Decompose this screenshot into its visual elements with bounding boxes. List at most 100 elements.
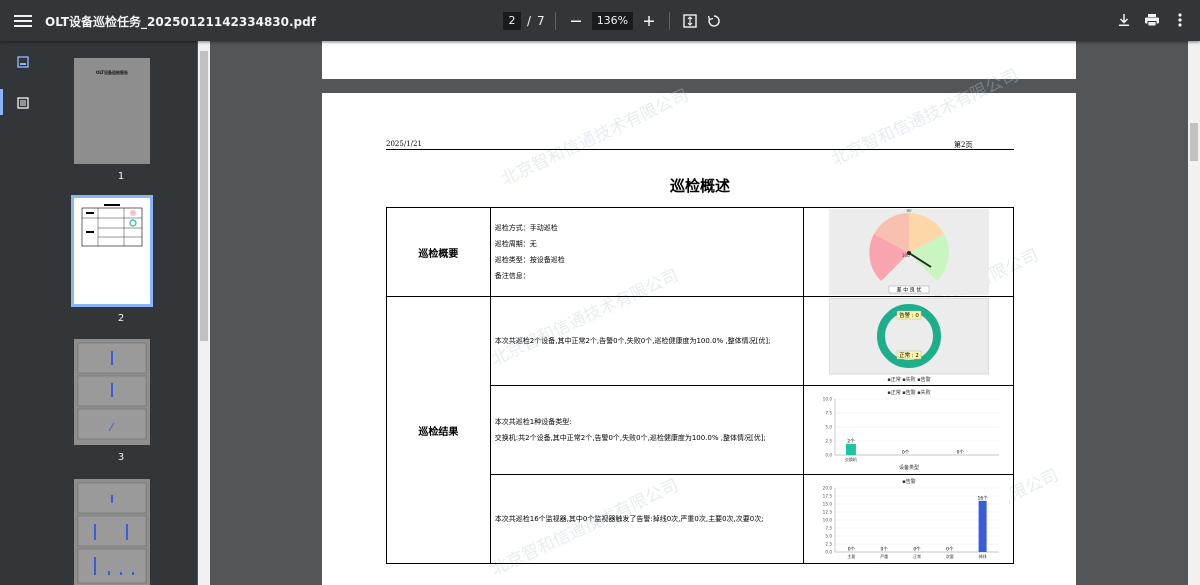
bar-value-label: 0个 <box>913 547 921 553</box>
header-date: 2025/1/21 <box>386 140 422 148</box>
health-gauge: 80 100 差 中 良 优 <box>828 209 989 295</box>
x-tick-label: 掉线 <box>978 553 986 559</box>
rotate-button[interactable] <box>704 11 724 31</box>
result-device-type-summary: 本次共巡检1种设备类型: 交换机:共2个设备,其中正常2个,告警0个,失败0个,… <box>489 385 805 475</box>
x-tick-label: 交换机 <box>844 456 856 462</box>
divider <box>554 12 556 30</box>
pdf-page-2: 北京智和信通技术有限公司 北京智和信通技术有限公司 北京智和信通技术有限公司 北… <box>322 66 1076 585</box>
y-tick-label: 17.5 <box>822 494 832 499</box>
y-tick-label: 15.0 <box>822 502 832 507</box>
result-switch-detail: 交换机:共2个设备,其中正常2个,告警0个,失败0个,巡检健康度为100.0% … <box>494 434 766 442</box>
inspection-table: 巡检概要 巡检方式：手动巡检 巡检周期：无 巡检类型：按设备巡检 备注信息： 8… <box>386 207 1014 564</box>
bar-value-label: 0个 <box>901 450 909 456</box>
divider <box>669 12 671 30</box>
zoom-out-button[interactable] <box>566 11 586 31</box>
zoom-in-button[interactable] <box>639 11 659 31</box>
results-label: 巡检结果 <box>386 296 491 564</box>
chart-legend: ▪告警 <box>902 478 915 485</box>
chart-background <box>808 387 1009 473</box>
donut-alarm-label: 告警 : 0 <box>899 311 919 319</box>
menu-icon[interactable] <box>14 12 32 30</box>
thumbnail-3-preview <box>77 342 147 440</box>
device-type-bar-chart: ▪正常 ▪告警 ▪失败 10.0 7.5 5.0 2.5 0.0 2个 0个 0个交换机设备类型 <box>808 387 1009 473</box>
page-number-input[interactable]: 2 <box>503 12 521 30</box>
pdf-viewer: 北京智和信通技术有限公司 北京智和信通技术有限公司 北京智和信通技术有限公司 北… <box>210 41 1188 585</box>
overview-cycle: 巡检周期：无 <box>494 240 537 248</box>
outline-view-button[interactable] <box>10 90 36 116</box>
y-tick-label: 10.0 <box>822 518 832 523</box>
bar-value-label: 16个 <box>977 495 988 501</box>
chart-legend: ▪正常 ▪告警 ▪失败 <box>887 389 930 396</box>
device-type-chart-cell: ▪正常 ▪告警 ▪失败 10.0 7.5 5.0 2.5 0.0 2个 0个 0个 交换机 设备类型 <box>803 385 1014 475</box>
bar-value-label: 0个 <box>946 547 954 553</box>
overview-method: 巡检方式：手动巡检 <box>494 224 558 232</box>
bar-value-label: 0个 <box>956 450 964 456</box>
alarm-bar-chart: ▪告警20.017.515.012.510.07.55.02.50.0 0个主要0… <box>808 476 1009 562</box>
minus-icon <box>570 20 581 22</box>
gauge-cell: 80 100 差 中 良 优 <box>803 207 1014 297</box>
y-tick-label: 5.0 <box>825 534 832 539</box>
svg-text:100: 100 <box>902 253 910 258</box>
y-tick-label: 2.5 <box>825 542 832 547</box>
zoom-level-input[interactable]: 136% <box>591 12 634 30</box>
overview-type: 巡检类型：按设备巡检 <box>494 256 565 264</box>
bar-value-label: 0个 <box>847 547 855 553</box>
donut-normal-label: 正常 : 2 <box>899 351 919 359</box>
y-tick-label: 7.5 <box>825 411 832 416</box>
fit-to-page-button[interactable] <box>680 11 700 31</box>
rotate-icon <box>708 15 720 27</box>
print-button[interactable] <box>1142 10 1162 30</box>
sidebar-rail <box>0 41 45 585</box>
viewer-scrollbar-thumb[interactable] <box>1190 123 1198 161</box>
thumbnail-label-3: 3 <box>117 452 125 463</box>
gauge-legend: 差 中 良 优 <box>896 287 921 294</box>
download-icon <box>1119 14 1129 26</box>
x-tick-label: 严重 <box>880 553 888 559</box>
thumbnail-page-4[interactable] <box>74 479 150 585</box>
toolbar-actions <box>1114 10 1190 30</box>
x-tick-label: 正常 <box>913 553 921 559</box>
page-navigation: 2 / 7 136% <box>503 10 724 32</box>
total-pages: 7 <box>537 14 545 28</box>
viewer-scrollbar[interactable] <box>1188 41 1200 585</box>
plus-icon <box>644 16 655 26</box>
overview-remark: 备注信息： <box>494 272 530 280</box>
header-rule <box>386 149 1014 150</box>
thumbnail-scrollbar-thumb[interactable] <box>200 51 208 341</box>
thumbnail-4-preview <box>77 482 147 584</box>
thumbnail-page-2[interactable] <box>71 195 153 307</box>
thumbnails-view-button[interactable] <box>10 49 36 75</box>
more-actions-button[interactable] <box>1170 10 1190 30</box>
document-title: OLT设备巡检任务_20250121142334830.pdf <box>45 15 316 29</box>
thumbnail-page-3[interactable] <box>74 339 150 445</box>
donut-cell: 告警 : 0 正常 : 2 ▪正常 ▪失败 ▪告警 <box>803 296 1014 386</box>
bar-正常 <box>845 443 856 455</box>
x-axis-label: 设备类型 <box>898 464 918 471</box>
bar-掉线 <box>978 500 987 552</box>
result-type-count: 本次共巡检1种设备类型: <box>494 418 572 426</box>
thumbnail-2-preview <box>81 204 143 247</box>
section-title: 巡检概述 <box>669 177 730 195</box>
result-device-summary: 本次共巡检2个设备,其中正常2个,告警0个,失败0个,巡检健康度为100.0% … <box>489 296 805 386</box>
y-tick-label: 0.0 <box>825 550 832 555</box>
pdf-toolbar: OLT设备巡检任务_20250121142334830.pdf 2 / 7 13… <box>0 0 1200 41</box>
more-vert-icon <box>1178 13 1182 27</box>
bar-value-label: 2个 <box>847 438 855 444</box>
y-tick-label: 5.0 <box>825 425 832 430</box>
bar-value-label: 0个 <box>880 547 888 553</box>
y-tick-label: 12.5 <box>822 510 832 515</box>
thumbnail-page-1[interactable]: OLT设备巡检报告 <box>74 58 150 164</box>
overview-details: 巡检方式：手动巡检 巡检周期：无 巡检类型：按设备巡检 备注信息： <box>489 207 805 297</box>
outline-icon <box>17 97 29 109</box>
status-donut: 告警 : 0 正常 : 2 ▪正常 ▪失败 ▪告警 <box>828 298 989 383</box>
thumbnail-scrollbar[interactable] <box>198 41 210 585</box>
thumbnail-1-title: OLT设备巡检报告 <box>95 70 128 75</box>
thumbnail-panel: OLT设备巡检报告 1 2 3 <box>45 41 197 585</box>
thumbnail-icon <box>17 56 29 68</box>
y-tick-label: 7.5 <box>825 526 832 531</box>
donut-legend: ▪正常 ▪失败 ▪告警 <box>887 376 930 383</box>
download-button[interactable] <box>1114 10 1134 30</box>
active-indicator <box>0 89 3 115</box>
y-tick-label: 2.5 <box>825 439 832 444</box>
x-tick-label: 次要 <box>945 553 953 559</box>
